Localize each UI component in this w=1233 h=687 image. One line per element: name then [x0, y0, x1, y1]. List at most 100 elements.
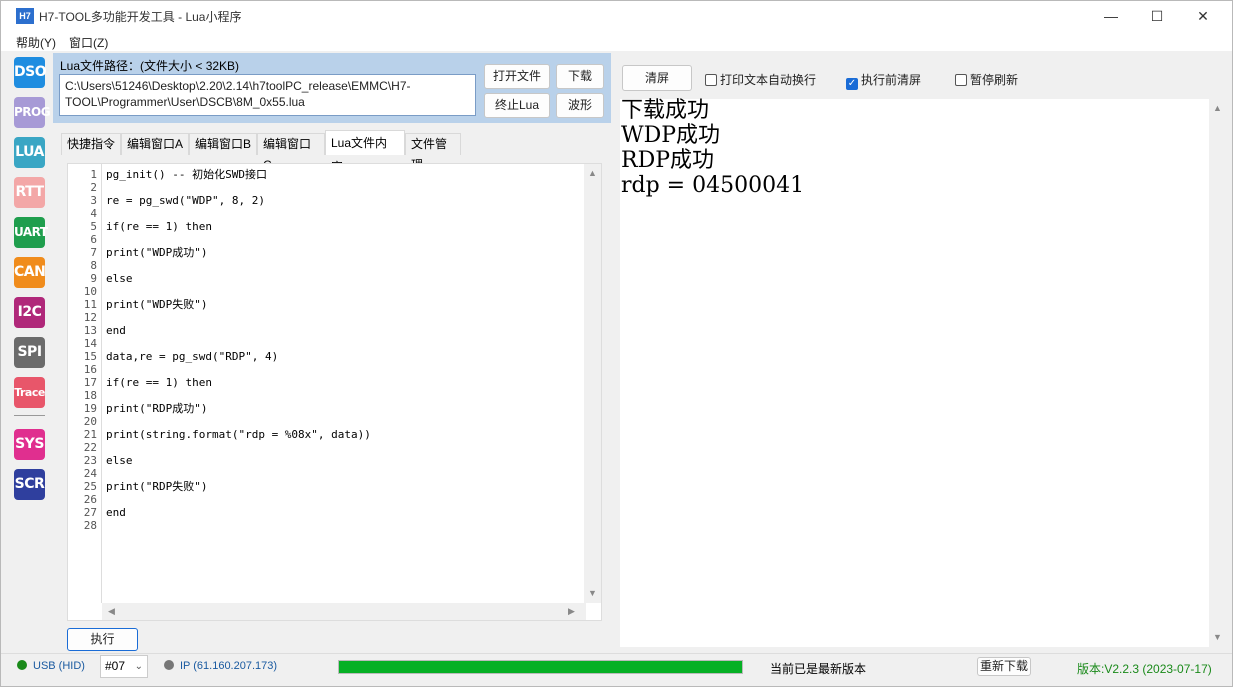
code-line: end	[106, 324, 126, 337]
pause-refresh-checkbox[interactable]: 暂停刷新	[955, 71, 1018, 88]
code-line: print("WDP失败")	[106, 298, 208, 311]
line-number: 23	[83, 454, 97, 467]
tab-2[interactable]: 编辑窗口B	[189, 133, 257, 155]
line-number: 28	[83, 519, 97, 532]
code-line: print(string.format("rdp = %08x", data))	[106, 428, 371, 441]
download-button[interactable]: 下载	[556, 64, 604, 89]
line-number: 4	[90, 207, 97, 220]
open-file-button[interactable]: 打开文件	[484, 64, 550, 89]
version-message: 当前已是最新版本	[770, 662, 867, 676]
code-line: print("RDP失败")	[106, 480, 208, 493]
ip-status: IP (61.160.207.173)	[164, 660, 277, 672]
editor-vertical-scrollbar[interactable]: ▲ ▼	[584, 164, 601, 603]
file-path-field[interactable]: C:\Users\51246\Desktop\2.20\2.14\h7toolP…	[59, 74, 476, 116]
line-number: 24	[83, 467, 97, 480]
scroll-down-icon[interactable]: ▼	[1213, 632, 1222, 642]
line-number: 9	[90, 272, 97, 285]
menu-window[interactable]: 窗口(Z)	[69, 34, 108, 51]
scroll-right-icon[interactable]: ▶	[568, 606, 575, 617]
code-line: else	[106, 454, 133, 467]
sidebar-button-spi[interactable]: SPI	[14, 337, 45, 368]
line-number: 8	[90, 259, 97, 272]
left-panel: Lua文件路径：(文件大小 < 32KB) C:\Users\51246\Des…	[53, 53, 611, 651]
editor-horizontal-scrollbar[interactable]: ◀ ▶	[102, 603, 586, 620]
code-line: print("RDP成功")	[106, 402, 208, 415]
waveform-button[interactable]: 波形	[556, 93, 604, 118]
sidebar-button-can[interactable]: CAN	[14, 257, 46, 288]
line-number: 3	[90, 194, 97, 207]
sidebar-button-dso[interactable]: DSO	[14, 57, 47, 88]
clear-screen-button[interactable]: 清屏	[622, 65, 692, 91]
line-number: 16	[83, 363, 97, 376]
stop-lua-button[interactable]: 终止Lua	[484, 93, 550, 118]
file-path-line1: C:\Users\51246\Desktop\2.20\2.14\h7toolP…	[65, 79, 411, 93]
line-number: 10	[83, 285, 97, 298]
tab-3[interactable]: 编辑窗口C	[257, 133, 325, 172]
line-number: 1	[90, 168, 97, 181]
ip-status-label: IP (61.160.207.173)	[180, 660, 278, 672]
redownload-button[interactable]: 重新下载	[977, 657, 1031, 676]
line-number: 12	[83, 311, 97, 324]
scroll-up-icon[interactable]: ▲	[1213, 103, 1222, 113]
progress-bar-fill	[339, 661, 742, 673]
menu-help[interactable]: 帮助(Y)	[16, 34, 56, 51]
code-line: pg_init() -- 初始化SWD接口	[106, 168, 267, 181]
usb-status-label: USB (HID)	[33, 660, 85, 672]
clear-before-run-checkbox[interactable]: ✓ 执行前清屏	[846, 71, 921, 90]
file-path-section: Lua文件路径：(文件大小 < 32KB) C:\Users\51246\Des…	[53, 53, 611, 123]
sidebar-button-sys[interactable]: SYS	[14, 429, 45, 460]
chevron-down-icon: ⌄	[134, 661, 143, 672]
output-console[interactable]: 下载成功 WDP成功 RDP成功 rdp = 04500041	[620, 98, 1209, 647]
code-line: re = pg_swd("WDP", 8, 2)	[106, 194, 265, 207]
execute-button[interactable]: 执行	[67, 628, 138, 651]
minimize-button[interactable]: —	[1088, 1, 1134, 31]
line-number: 13	[83, 324, 97, 337]
title-bar: H7 H7-TOOL多功能开发工具 - Lua小程序 — ☐ ✕	[1, 1, 1232, 31]
port-select[interactable]: #07 ⌄	[100, 655, 148, 678]
output-line: WDP成功	[621, 123, 721, 148]
line-number-gutter: 1 2 3 4 5 6 7 8 9 10 11 12 13 14 15 16 17 18 19 20 21 22 23 24 2…	[68, 164, 102, 603]
sidebar-divider	[14, 415, 45, 416]
maximize-button[interactable]: ☐	[1134, 1, 1180, 31]
clear-before-run-label: 执行前清屏	[861, 73, 922, 87]
scroll-down-icon[interactable]: ▼	[588, 588, 597, 598]
output-line: rdp = 04500041	[621, 173, 805, 198]
output-line: RDP成功	[621, 148, 715, 173]
ip-status-dot-icon	[164, 660, 174, 670]
line-number: 17	[83, 376, 97, 389]
line-number: 27	[83, 506, 97, 519]
tab-4[interactable]: Lua文件内容	[325, 130, 405, 174]
sidebar-button-scr[interactable]: SCR	[14, 469, 45, 500]
line-number: 19	[83, 402, 97, 415]
scroll-left-icon[interactable]: ◀	[108, 606, 115, 617]
window-title: H7-TOOL多功能开发工具 - Lua小程序	[39, 10, 242, 24]
line-number: 18	[83, 389, 97, 402]
line-number: 6	[90, 233, 97, 246]
sidebar-button-i2c[interactable]: I2C	[14, 297, 45, 328]
scroll-up-icon[interactable]: ▲	[588, 168, 597, 178]
output-vertical-scrollbar[interactable]: ▲ ▼	[1209, 99, 1226, 647]
auto-wrap-checkbox[interactable]: 打印文本自动换行	[705, 71, 816, 88]
sidebar-button-rtt[interactable]: RTT	[14, 177, 45, 208]
right-panel: 清屏 打印文本自动换行 ✓ 执行前清屏 暂停刷新 下载成功 WDP成功 RDP成功 rd…	[613, 53, 1226, 651]
progress-bar	[338, 660, 743, 674]
code-editor[interactable]: 1 2 3 4 5 6 7 8 9 10 11 12 13 14 15 16 17 18 19 20 21 22 23 24 2…	[67, 163, 602, 621]
checkmark-icon: ✓	[846, 78, 858, 90]
line-number: 7	[90, 246, 97, 259]
tab-0[interactable]: 快捷指令	[61, 133, 121, 155]
tab-5[interactable]: 文件管理	[405, 133, 461, 172]
line-number: 22	[83, 441, 97, 454]
line-number: 20	[83, 415, 97, 428]
sidebar-button-trace[interactable]: Trace	[14, 377, 45, 408]
sidebar-button-prog[interactable]: PROG	[14, 97, 51, 128]
sidebar-button-lua[interactable]: LUA	[14, 137, 45, 168]
code-line: else	[106, 272, 133, 285]
close-button[interactable]: ✕	[1180, 1, 1226, 31]
line-number: 25	[83, 480, 97, 493]
sidebar-button-uart[interactable]: UART	[14, 217, 48, 248]
line-number: 5	[90, 220, 97, 233]
line-number: 14	[83, 337, 97, 350]
code-line: if(re == 1) then	[106, 220, 212, 233]
code-line: data,re = pg_swd("RDP", 4)	[106, 350, 279, 363]
tab-1[interactable]: 编辑窗口A	[121, 133, 189, 155]
